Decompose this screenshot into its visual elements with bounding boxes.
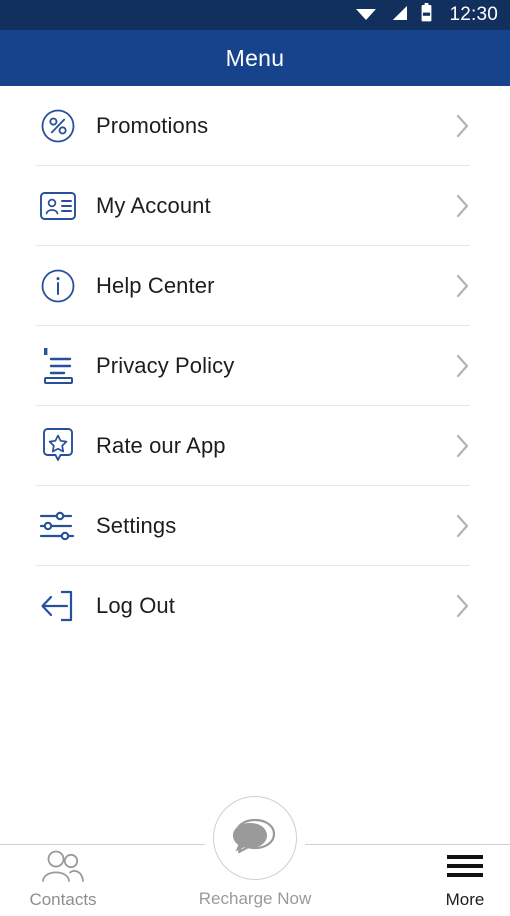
status-bar-clock: 12:30 [449,4,498,25]
menu-item-settings[interactable]: Settings [0,486,510,566]
chevron-right-icon [456,194,470,218]
logout-arrow-icon [36,589,80,623]
chevron-right-icon [456,514,470,538]
info-circle-icon [36,268,80,304]
people-icon [37,850,89,887]
chat-bubbles-icon [231,814,279,863]
menu-item-label: Privacy Policy [96,353,235,378]
battery-icon [421,3,432,27]
chevron-right-icon [456,114,470,138]
menu-item-label: Settings [96,513,177,538]
recharge-now-button[interactable]: Recharge Now [199,796,311,908]
cellular-signal-icon [390,5,408,26]
percent-circle-icon [36,108,80,144]
app-header: Menu [0,30,510,86]
star-bubble-icon [36,427,80,465]
menu-item-label: Help Center [96,273,215,298]
page-title: Menu [225,44,285,71]
chevron-right-icon [456,354,470,378]
chevron-right-icon [456,594,470,618]
menu-item-label: Log Out [96,593,175,618]
menu-item-label: My Account [96,193,211,218]
status-bar: 12:30 [0,0,510,30]
status-bar-icons: 12:30 [355,3,498,27]
bottom-tab-contacts[interactable]: Contacts [0,850,138,910]
bottom-bar-rule-left [0,844,205,845]
bottom-tab-more[interactable]: More [390,850,510,910]
menu-item-rate-our-app[interactable]: Rate our App [0,406,510,486]
menu-item-help-center[interactable]: Help Center [0,246,510,326]
phone-screen: 12:30 Menu Promotions My Account Help Ce… [0,0,510,916]
chevron-right-icon [456,434,470,458]
hamburger-icon [439,850,491,887]
menu-item-promotions[interactable]: Promotions [0,86,510,166]
document-lines-icon [36,346,80,386]
chevron-right-icon [456,274,470,298]
menu-item-privacy-policy[interactable]: Privacy Policy [0,326,510,406]
bottom-tab-label: More [445,890,485,909]
wifi-icon [355,5,377,26]
menu-item-label: Promotions [96,113,209,138]
id-card-icon [36,190,80,222]
menu-item-my-account[interactable]: My Account [0,166,510,246]
menu-list: Promotions My Account Help Center Privac… [0,86,510,646]
bottom-navigation-bar: Contacts Recharge Now More [0,792,510,916]
bottom-bar-rule-right [305,844,510,845]
bottom-tab-label: Contacts [29,890,97,909]
menu-item-log-out[interactable]: Log Out [0,566,510,646]
menu-item-label: Rate our App [96,433,226,458]
sliders-icon [36,509,80,543]
recharge-now-label: Recharge Now [198,889,312,908]
